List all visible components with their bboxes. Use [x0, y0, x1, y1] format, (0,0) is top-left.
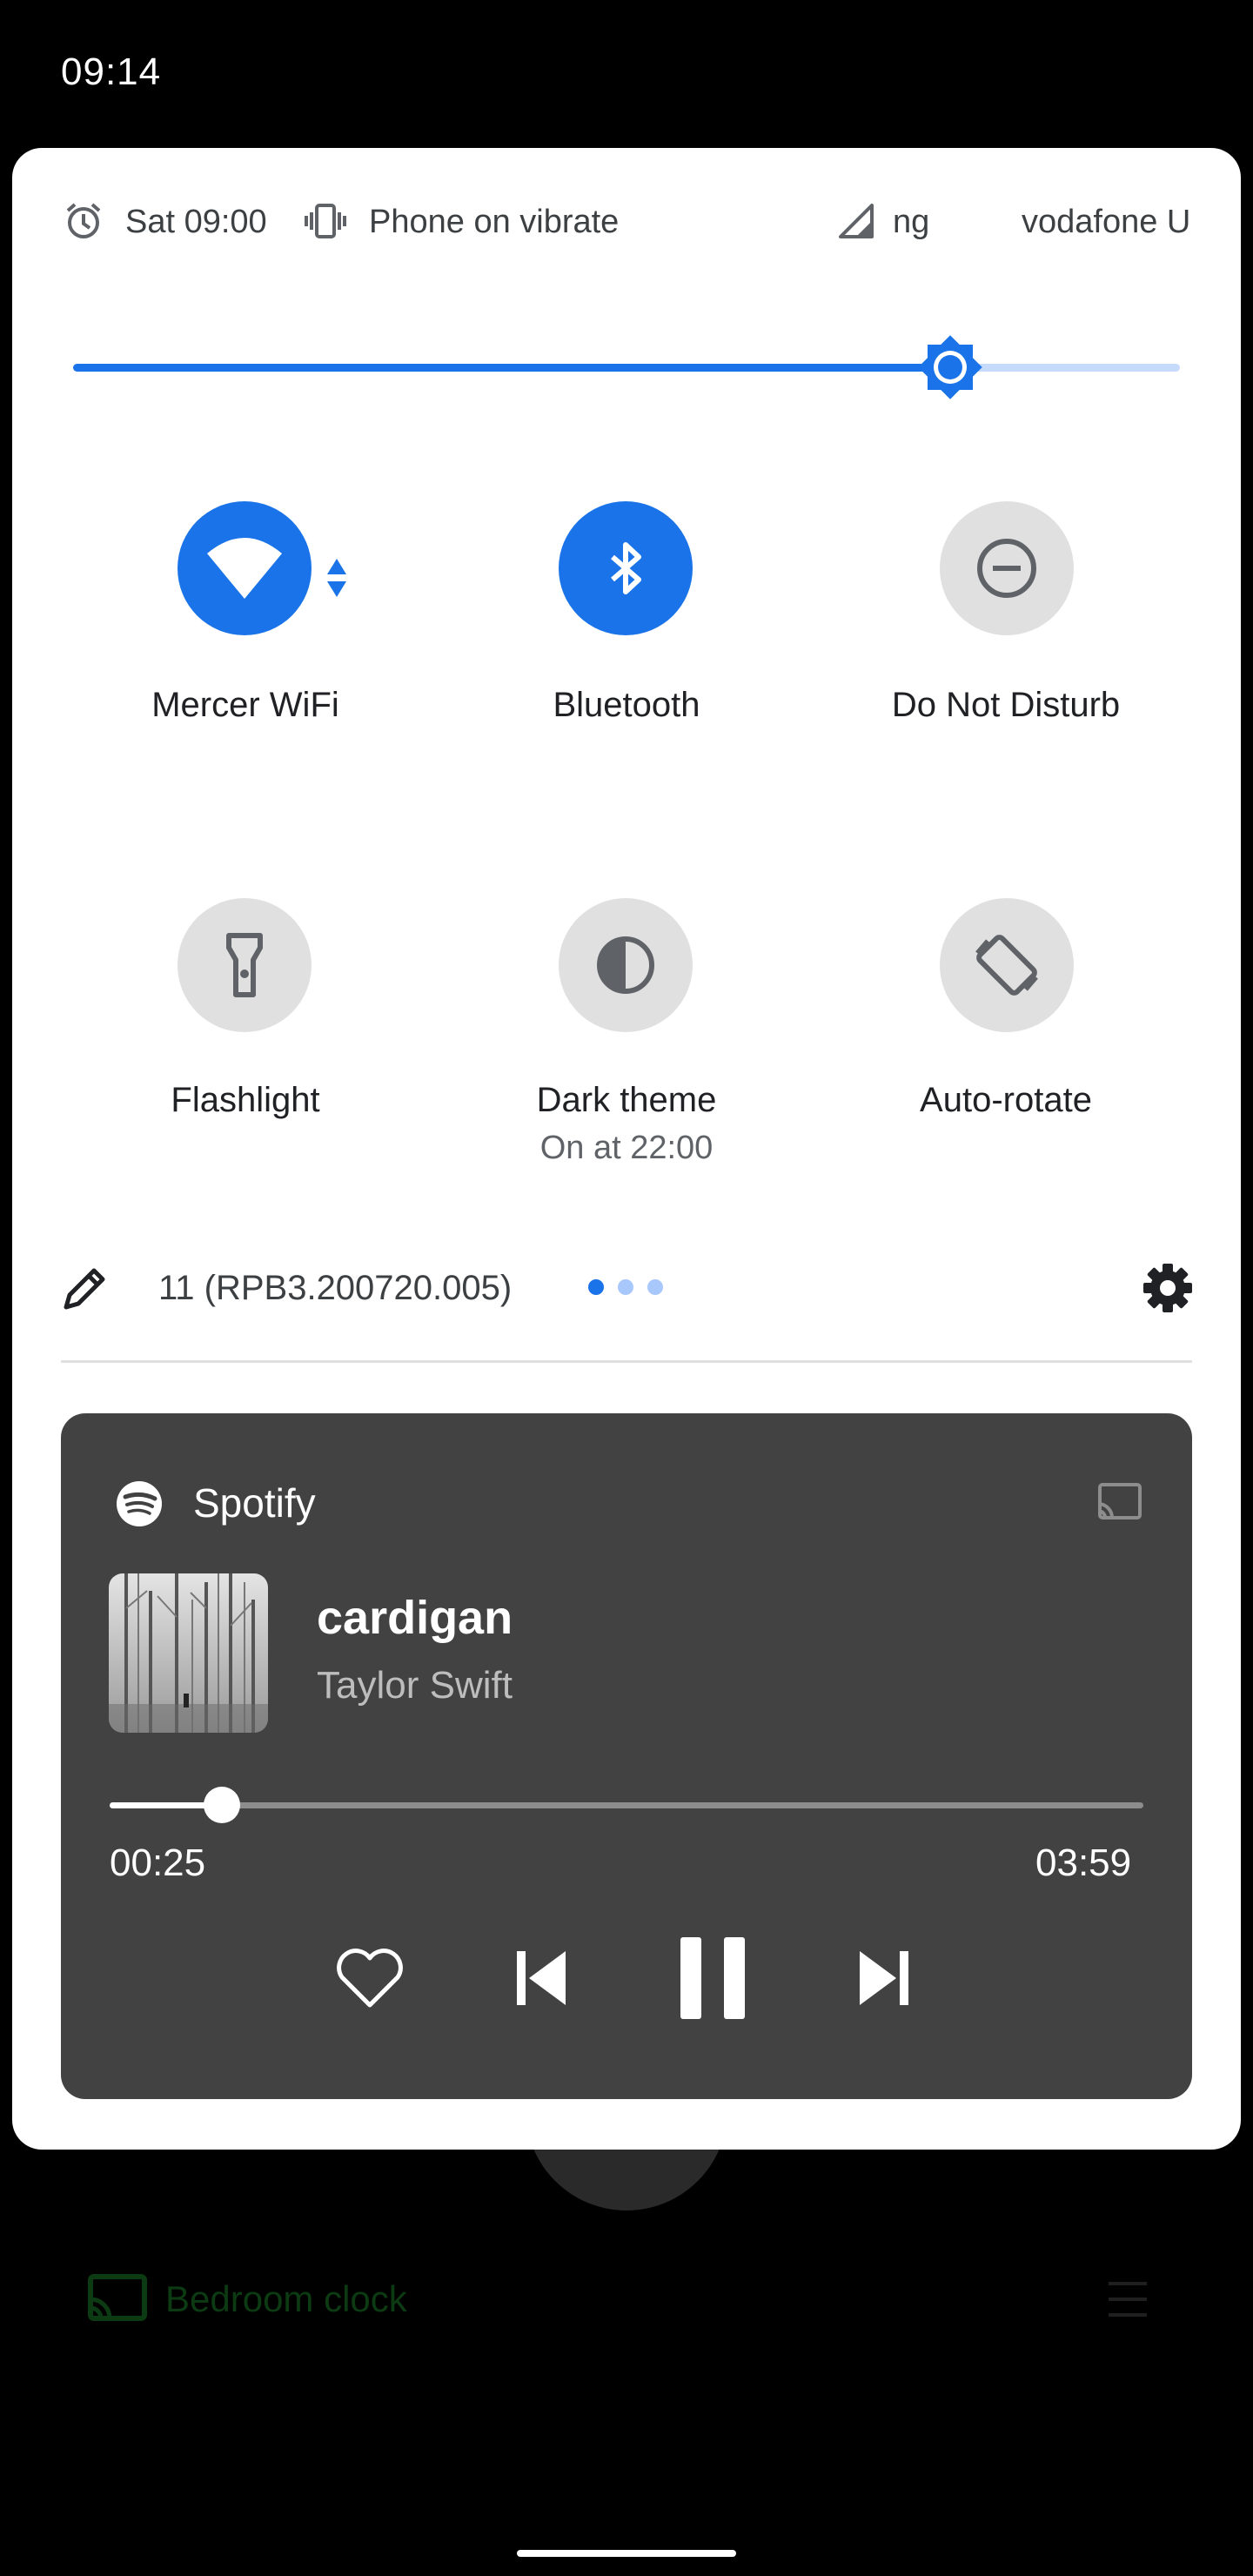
- seek-bar[interactable]: [110, 1802, 1143, 1808]
- tile-bluetooth-label: Bluetooth: [553, 686, 700, 724]
- page-indicator-dot: [618, 1279, 633, 1295]
- next-track-icon[interactable]: [853, 1948, 914, 2009]
- tile-flashlight-label: Flashlight: [171, 1081, 320, 1119]
- spotify-logo-icon: [117, 1481, 162, 1526]
- media-app-name: Spotify: [193, 1480, 316, 1526]
- tile-dark-theme-sublabel: On at 22:00: [539, 1130, 714, 1166]
- next-alarm-label[interactable]: Sat 09:00: [125, 204, 267, 241]
- page-indicator-dot-active: [588, 1279, 604, 1295]
- wifi-icon: [207, 538, 282, 599]
- bluetooth-icon: [611, 542, 641, 594]
- seek-bar-thumb[interactable]: [204, 1787, 240, 1823]
- tile-dark-theme-label: Dark theme: [536, 1081, 717, 1119]
- elapsed-time: 00:25: [110, 1841, 206, 1884]
- carrier-label: vodafone U: [1022, 204, 1191, 240]
- tile-auto-rotate[interactable]: [940, 898, 1074, 1032]
- tile-dark-theme[interactable]: [559, 898, 693, 1032]
- signal-icon: [839, 204, 874, 238]
- page-indicator-dot: [647, 1279, 663, 1295]
- dark-theme-icon: [597, 936, 654, 994]
- background-device-label: Bedroom clock: [165, 2278, 407, 2319]
- alarm-icon: [66, 203, 101, 238]
- song-artist: Taylor Swift: [317, 1664, 513, 1707]
- ringer-mode-label[interactable]: Phone on vibrate: [369, 204, 619, 241]
- tile-auto-rotate-label: Auto-rotate: [920, 1081, 1092, 1119]
- home-gesture-bar[interactable]: [517, 2550, 736, 2557]
- vibrate-icon: [305, 204, 346, 238]
- total-duration: 03:59: [1035, 1841, 1132, 1884]
- pause-icon[interactable]: [673, 1937, 752, 2019]
- network-label: ng: [893, 204, 930, 240]
- do-not-disturb-icon: [977, 539, 1036, 598]
- status-bar-clock: 09:14: [61, 50, 162, 93]
- song-title: cardigan: [317, 1592, 513, 1644]
- cast-output-icon[interactable]: [1095, 1481, 1143, 1523]
- divider: [61, 1360, 1192, 1363]
- tile-wifi[interactable]: [178, 501, 312, 635]
- settings-gear-icon[interactable]: [1140, 1260, 1196, 1316]
- like-heart-icon[interactable]: [334, 1946, 405, 2010]
- tile-wifi-label: Mercer WiFi: [151, 686, 339, 724]
- brightness-icon[interactable]: [915, 332, 985, 402]
- brightness-track-active[interactable]: [73, 364, 950, 372]
- tile-do-not-disturb-label: Do Not Disturb: [891, 686, 1121, 724]
- build-number[interactable]: 11 (RPB3.200720.005): [158, 1269, 512, 1308]
- tile-flashlight[interactable]: [178, 898, 312, 1032]
- edit-icon[interactable]: [61, 1264, 110, 1312]
- tile-bluetooth[interactable]: [559, 501, 693, 635]
- data-activity-icon: [327, 559, 346, 597]
- auto-rotate-icon: [975, 935, 1038, 996]
- previous-track-icon[interactable]: [512, 1948, 573, 2009]
- flashlight-icon: [226, 933, 263, 997]
- album-art: [109, 1573, 268, 1733]
- tile-do-not-disturb[interactable]: [940, 501, 1074, 635]
- cast-icon: [88, 2274, 147, 2321]
- queue-icon: [1109, 2282, 1147, 2317]
